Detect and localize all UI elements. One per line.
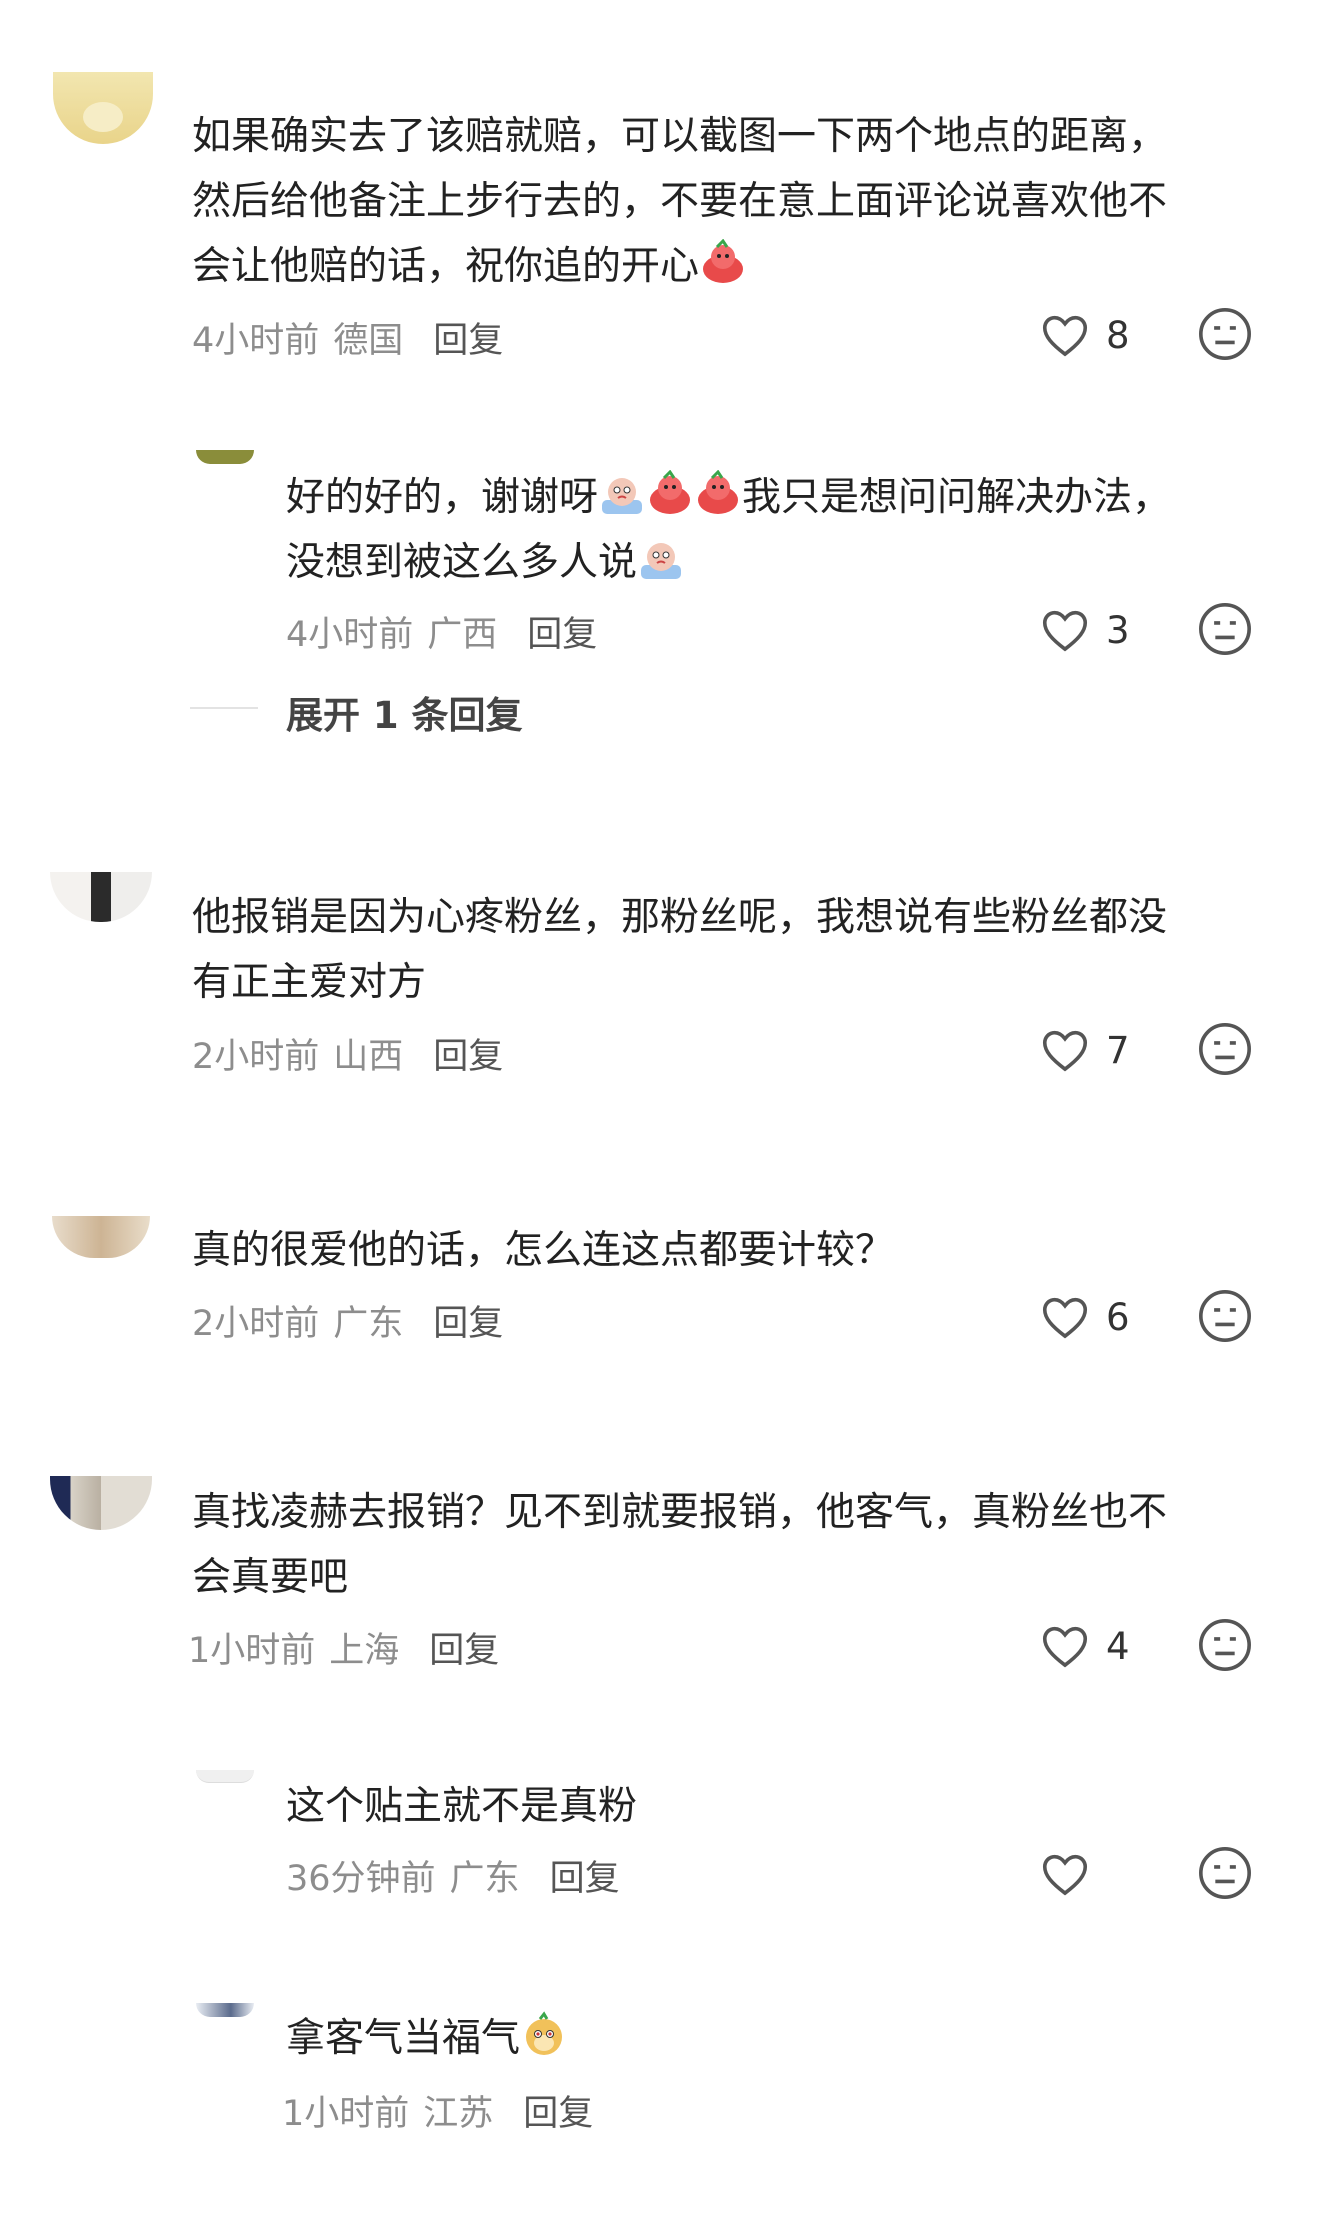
comment-text: 如果确实去了该赔就赔，可以截图一下两个地点的距离， 然后给他备注上步行去的，不要…: [192, 114, 1168, 289]
location: 广东: [449, 1859, 520, 1899]
timestamp: 4小时前: [286, 615, 414, 655]
sticker-icon: [650, 470, 691, 514]
reply-button[interactable]: 回复: [433, 321, 503, 361]
heart-outline-icon: [1042, 610, 1088, 652]
comment-text: 好的好的，谢谢呀 我只是想问问解决办法， 没想到被这么多人说: [286, 465, 1171, 595]
neutral-face-icon: [1199, 1619, 1251, 1671]
like-count: 3: [1106, 608, 1130, 652]
avatar[interactable]: [52, 1216, 150, 1258]
expand-divider: [190, 707, 258, 709]
dislike-button[interactable]: [1196, 1287, 1256, 1347]
neutral-face-icon: [1199, 308, 1251, 360]
reply-button[interactable]: 回复: [433, 1304, 503, 1344]
like-count: 6: [1106, 1295, 1130, 1339]
comment-meta: 36分钟前 广东 回复: [286, 1850, 620, 1901]
crying-sticker-icon: [641, 543, 682, 579]
dislike-button[interactable]: [1196, 1616, 1256, 1676]
sticker-icon: [698, 470, 739, 514]
location: 上海: [329, 1631, 400, 1671]
comment-text: 真的很爱他的话，怎么连这点都要计较？: [192, 1228, 895, 1273]
neutral-face-icon: [1199, 1290, 1251, 1342]
reply-button[interactable]: 回复: [433, 1037, 503, 1077]
avatar[interactable]: [196, 2003, 254, 2017]
like-button[interactable]: 3: [1038, 600, 1178, 660]
comment-meta: 2小时前 山西 回复: [192, 1028, 503, 1079]
location: 山西: [333, 1037, 404, 1077]
avatar[interactable]: [50, 872, 152, 922]
timestamp: 1小时前: [282, 2094, 410, 2134]
location: 江苏: [423, 2094, 494, 2134]
like-count: 4: [1106, 1624, 1130, 1668]
comment-meta: 4小时前 德国 回复: [192, 312, 503, 363]
dog-sticker-icon: [526, 2011, 563, 2055]
like-button[interactable]: 6: [1038, 1287, 1178, 1347]
dislike-button[interactable]: [1196, 1020, 1256, 1080]
dislike-button[interactable]: [1196, 600, 1256, 660]
sticker-icon: [703, 239, 744, 283]
timestamp: 4小时前: [192, 321, 320, 361]
timestamp: 2小时前: [192, 1304, 320, 1344]
comment-text: 这个贴主就不是真粉: [286, 1784, 638, 1829]
dislike-button[interactable]: [1196, 1844, 1256, 1904]
neutral-face-icon: [1199, 1023, 1251, 1075]
like-button[interactable]: 8: [1038, 305, 1178, 365]
neutral-face-icon: [1199, 603, 1251, 655]
timestamp: 2小时前: [192, 1037, 320, 1077]
heart-outline-icon: [1042, 1030, 1088, 1072]
location: 广东: [333, 1304, 404, 1344]
comment-meta: 4小时前 广西 回复: [286, 606, 597, 657]
crying-sticker-icon: [602, 478, 643, 514]
avatar[interactable]: [196, 450, 254, 464]
heart-outline-icon: [1042, 1297, 1088, 1339]
comment-text: 他报销是因为心疼粉丝，那粉丝呢，我想说有些粉丝都没 有正主爱对方: [192, 895, 1168, 1005]
expand-replies-button[interactable]: 展开 1 条回复: [286, 685, 523, 739]
avatar[interactable]: [53, 72, 153, 144]
comment-meta: 1小时前 江苏 回复: [282, 2085, 593, 2136]
like-count: 8: [1106, 313, 1130, 357]
reply-button[interactable]: 回复: [527, 615, 597, 655]
reply-button[interactable]: 回复: [429, 1631, 499, 1671]
like-count: 7: [1106, 1028, 1130, 1072]
reply-button[interactable]: 回复: [550, 1859, 620, 1899]
reply-button[interactable]: 回复: [523, 2094, 593, 2134]
heart-outline-icon: [1042, 1854, 1088, 1896]
like-button[interactable]: [1038, 1844, 1178, 1904]
dislike-button[interactable]: [1196, 305, 1256, 365]
like-button[interactable]: 4: [1038, 1616, 1178, 1676]
heart-outline-icon: [1042, 315, 1088, 357]
comment-meta: 1小时前 上海 回复: [188, 1622, 499, 1673]
comment-text: 拿客气当福气: [286, 2006, 568, 2071]
comment-meta: 2小时前 广东 回复: [192, 1295, 503, 1346]
location: 德国: [333, 321, 404, 361]
comment-text: 真找凌赫去报销？见不到就要报销，他客气，真粉丝也不 会真要吧: [192, 1490, 1168, 1600]
neutral-face-icon: [1199, 1847, 1251, 1899]
avatar[interactable]: [50, 1476, 152, 1530]
avatar[interactable]: [196, 1770, 254, 1783]
timestamp: 1小时前: [188, 1631, 316, 1671]
timestamp: 36分钟前: [286, 1859, 436, 1899]
like-button[interactable]: 7: [1038, 1020, 1178, 1080]
location: 广西: [427, 615, 498, 655]
heart-outline-icon: [1042, 1626, 1088, 1668]
